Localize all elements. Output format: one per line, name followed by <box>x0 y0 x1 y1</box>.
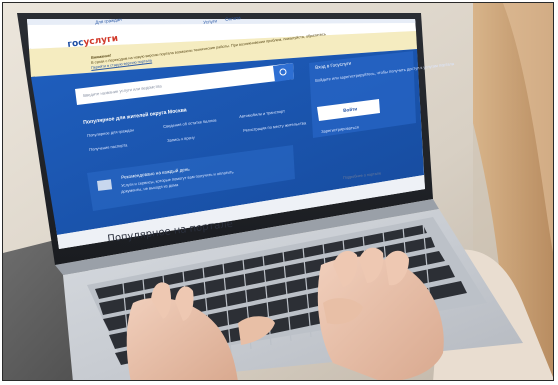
photo: госуслуги Для граждан Услуги Оплата Вним… <box>2 2 554 381</box>
laptop-scene <box>3 3 553 380</box>
